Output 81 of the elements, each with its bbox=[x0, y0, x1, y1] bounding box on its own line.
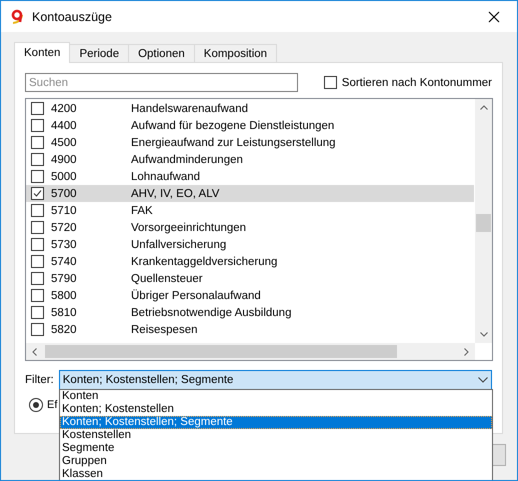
account-row[interactable]: 4900 Aufwandminderungen bbox=[26, 151, 474, 168]
account-name: Aufwandminderungen bbox=[131, 154, 243, 166]
dropdown-option[interactable]: Klassen bbox=[60, 468, 492, 480]
account-name: AHV, IV, EO, ALV bbox=[131, 188, 220, 200]
account-number: 5800 bbox=[51, 290, 78, 302]
checkbox[interactable] bbox=[31, 102, 44, 115]
close-icon bbox=[488, 10, 500, 22]
account-name: Handelswarenaufwand bbox=[131, 102, 248, 114]
account-name: Vorsorgeeinrichtungen bbox=[131, 222, 246, 234]
account-name: Unfallversicherung bbox=[131, 238, 226, 250]
dropdown-option[interactable]: Konten; Kostenstellen bbox=[60, 403, 492, 416]
account-name: Betriebsnotwendige Ausbildung bbox=[131, 306, 292, 318]
dropdown-option[interactable]: Kostenstellen bbox=[60, 429, 492, 442]
app-logo-icon bbox=[10, 8, 26, 24]
account-row[interactable]: 4400 Aufwand für bezogene Dienstleistungen bbox=[26, 117, 474, 134]
account-row[interactable]: 5800 Übriger Personalaufwand bbox=[26, 287, 474, 304]
checkbox[interactable] bbox=[324, 76, 337, 89]
horizontal-scrollbar[interactable] bbox=[26, 343, 475, 360]
checkbox[interactable] bbox=[31, 170, 44, 183]
checkbox-label: Sortieren nach Kontonummer bbox=[342, 76, 492, 88]
account-row[interactable]: 5720 Vorsorgeeinrichtungen bbox=[26, 219, 474, 236]
account-name: Reisespesen bbox=[131, 324, 198, 336]
account-row[interactable]: 5790 Quellensteuer bbox=[26, 270, 474, 287]
account-number: 5000 bbox=[51, 170, 78, 182]
checkbox[interactable] bbox=[31, 289, 44, 302]
vertical-scrollbar[interactable] bbox=[475, 99, 492, 343]
chevron-down-icon bbox=[478, 377, 488, 383]
account-number: 5740 bbox=[51, 256, 78, 268]
window-title: Kontoauszüge bbox=[32, 10, 112, 24]
checkbox[interactable] bbox=[31, 119, 44, 132]
scrollbar-thumb[interactable] bbox=[45, 345, 397, 358]
account-name: Lohnaufwand bbox=[131, 170, 200, 182]
checkbox[interactable] bbox=[31, 272, 44, 285]
account-row[interactable]: 5740 Krankentaggeldversicherung bbox=[26, 253, 474, 270]
radio-button[interactable] bbox=[29, 398, 43, 412]
checkbox[interactable] bbox=[31, 255, 44, 268]
account-number: 4200 bbox=[51, 102, 78, 114]
account-row[interactable]: 4200 Handelswarenaufwand bbox=[26, 100, 474, 117]
checkbox[interactable] bbox=[31, 187, 44, 200]
checkbox[interactable] bbox=[31, 238, 44, 251]
account-number: 5730 bbox=[51, 238, 78, 250]
account-name: Aufwand für bezogene Dienstleistungen bbox=[131, 120, 334, 132]
dropdown-option[interactable]: Konten bbox=[60, 390, 492, 403]
scrollbar-thumb[interactable] bbox=[476, 214, 491, 232]
search-field[interactable]: Suchen bbox=[25, 73, 298, 92]
checkbox[interactable] bbox=[31, 306, 44, 319]
account-row[interactable]: 4500 Energieaufwand zur Leistungserstellung bbox=[26, 134, 474, 151]
account-row[interactable]: 5710 FAK bbox=[26, 202, 474, 219]
tab[interactable]: Konten bbox=[14, 42, 70, 63]
radio-label: Ef bbox=[47, 399, 58, 411]
checkbox[interactable] bbox=[31, 204, 44, 217]
tab[interactable]: Komposition bbox=[194, 44, 278, 62]
account-number: 5700 bbox=[51, 188, 78, 200]
tab[interactable]: Optionen bbox=[128, 44, 195, 62]
account-row[interactable]: 5810 Betriebsnotwendige Ausbildung bbox=[26, 304, 474, 321]
account-name: Quellensteuer bbox=[131, 272, 203, 284]
account-number: 4900 bbox=[51, 154, 78, 166]
dropdown-option[interactable]: Konten; Kostenstellen; Segmente bbox=[60, 416, 492, 429]
filter-label: Filter: bbox=[25, 374, 54, 386]
account-number: 4500 bbox=[51, 136, 78, 148]
account-name: Krankentaggeldversicherung bbox=[131, 256, 278, 268]
account-name: Energieaufwand zur Leistungserstellung bbox=[131, 136, 336, 148]
account-number: 5720 bbox=[51, 222, 78, 234]
checkbox[interactable] bbox=[31, 136, 44, 149]
checkbox[interactable] bbox=[31, 153, 44, 166]
account-number: 5820 bbox=[51, 324, 78, 336]
account-row[interactable]: 5820 Reisespesen bbox=[26, 321, 474, 338]
account-number: 4400 bbox=[51, 120, 78, 132]
account-name: FAK bbox=[131, 204, 153, 216]
account-row[interactable]: 5730 Unfallversicherung bbox=[26, 236, 474, 253]
dropdown-option[interactable]: Segmente bbox=[60, 442, 492, 455]
filter-dropdown[interactable]: Konten; Kostenstellen; Segmente bbox=[58, 370, 492, 390]
account-row[interactable]: 5000 Lohnaufwand bbox=[26, 168, 474, 185]
account-number: 5810 bbox=[51, 306, 78, 318]
account-name: Übriger Personalaufwand bbox=[131, 290, 261, 302]
account-number: 5710 bbox=[51, 204, 78, 216]
checkbox[interactable] bbox=[31, 221, 44, 234]
checkbox[interactable] bbox=[31, 323, 44, 336]
account-row[interactable]: 5700 AHV, IV, EO, ALV bbox=[26, 185, 474, 202]
account-number: 5790 bbox=[51, 272, 78, 284]
dropdown-option[interactable]: Gruppen bbox=[60, 455, 492, 468]
